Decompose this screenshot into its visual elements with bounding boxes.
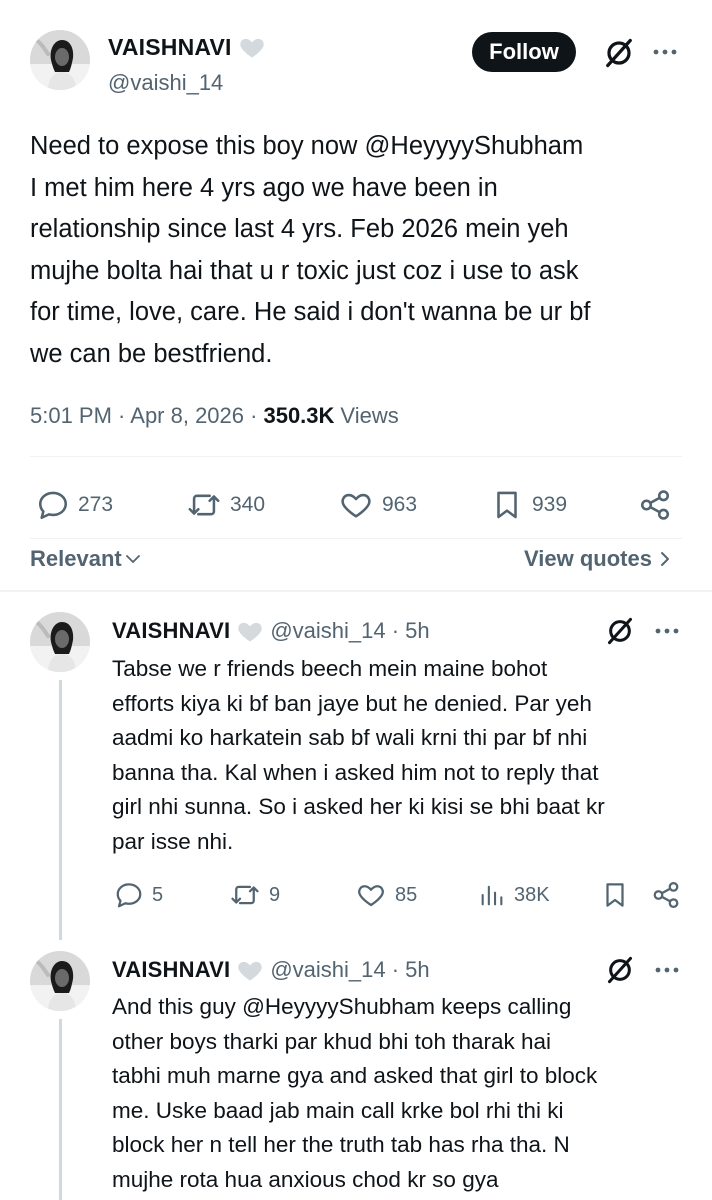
like-icon <box>355 880 387 910</box>
repost-icon <box>186 488 222 522</box>
repost-count: 9 <box>269 883 281 906</box>
views-count: 350.3K <box>263 403 335 428</box>
bookmark-count: 939 <box>532 493 568 516</box>
reply-text-line: mujhe rota hua anxious chod kr so gya <box>112 1166 499 1192</box>
divider <box>30 538 682 539</box>
reply-text-line: efforts kiya ki bf ban jaye but he denie… <box>112 690 592 716</box>
views-label: Views <box>340 403 399 428</box>
chevron-down-icon <box>125 555 140 563</box>
handle[interactable]: @vaishi_14 <box>108 70 223 96</box>
reply-text-line: block her n tell her the truth tab has r… <box>112 1132 570 1157</box>
handle-time[interactable]: @vaishi_14 · 5h <box>270 957 429 983</box>
more-icon[interactable] <box>654 966 680 974</box>
grok-icon[interactable] <box>605 616 635 646</box>
reply-text-line: aadmi ko harkatein sab bf wali krni thi … <box>112 725 588 750</box>
tweet-meta: 5:01 PM · Apr 8, 2026 · 350.3K Views <box>30 403 399 429</box>
more-icon[interactable] <box>654 627 680 635</box>
tweet-text-line: we can be bestfriend. <box>30 339 273 368</box>
reply-icon <box>114 880 144 910</box>
reply-text-line: other boys tharki par khud bhi toh thara… <box>112 1028 552 1054</box>
reply-text-line: girl nhi sunna. So i asked her ki kisi s… <box>112 794 605 819</box>
tweet-text-line: Need to expose this boy now @HeyyyyShubh… <box>30 132 584 160</box>
reply-text-line: And this guy @HeyyyyShubham keeps callin… <box>112 994 572 1019</box>
share-icon[interactable] <box>651 880 681 910</box>
reply-text: And this guy @HeyyyyShubham keeps callin… <box>112 990 702 1197</box>
like-button[interactable]: 85 <box>355 880 417 910</box>
chevron-right-icon <box>660 552 669 566</box>
handle-time[interactable]: @vaishi_14 · 5h <box>270 618 429 644</box>
more-icon[interactable] <box>651 47 679 57</box>
tweet-text-line: I met him here 4 yrs ago we have been in <box>30 173 498 202</box>
avatar[interactable] <box>30 30 90 90</box>
bookmark-icon <box>490 488 524 522</box>
display-name[interactable]: VAISHNAVI <box>112 618 230 644</box>
relevant-dropdown[interactable]: Relevant <box>30 546 142 572</box>
tweet-text-line: for time, love, care. He said i don't wa… <box>30 298 591 326</box>
display-name[interactable]: VAISHNAVI <box>108 34 232 61</box>
divider <box>30 456 682 457</box>
tweet-text: Need to expose this boy now @HeyyyyShubh… <box>30 126 700 375</box>
repost-icon <box>229 880 261 910</box>
repost-button[interactable]: 340 <box>186 488 265 522</box>
heart-badge-icon <box>236 956 264 984</box>
relevant-label: Relevant <box>30 546 122 571</box>
reply-icon <box>36 488 70 522</box>
heart-badge-icon <box>238 33 266 61</box>
display-name[interactable]: VAISHNAVI <box>112 957 230 983</box>
view-quotes-label: View quotes <box>524 546 652 571</box>
share-icon[interactable] <box>638 488 672 522</box>
like-count: 85 <box>395 883 418 906</box>
grok-icon[interactable] <box>605 955 635 985</box>
thread-line <box>59 1019 62 1200</box>
views-button[interactable]: 38K <box>478 880 550 910</box>
tweet-text-line: relationship since last 4 yrs. Feb 2026 … <box>30 215 569 243</box>
reply-text-line: banna tha. Kal when i asked him not to r… <box>112 759 599 785</box>
follow-button[interactable]: Follow <box>472 32 576 72</box>
view-quotes-link[interactable]: View quotes <box>524 546 672 572</box>
reply-header: VAISHNAVI @vaishi_14 · 5h <box>112 956 430 984</box>
repost-count: 340 <box>230 493 266 516</box>
timestamp[interactable]: 5:01 PM · Apr 8, 2026 · <box>30 403 257 429</box>
reply-button[interactable]: 5 <box>114 880 163 910</box>
heart-badge-icon <box>236 617 264 645</box>
views-icon <box>478 880 506 910</box>
author-name-row: VAISHNAVI <box>108 33 266 61</box>
repost-button[interactable]: 9 <box>229 880 280 910</box>
like-button[interactable]: 963 <box>338 488 417 522</box>
reply-text-line: me. Uske baad jab main call krke bol rhi… <box>112 1097 564 1123</box>
avatar[interactable] <box>30 612 90 672</box>
views-count: 38K <box>514 883 550 906</box>
bookmark-button[interactable]: 939 <box>490 488 567 522</box>
thread-line <box>59 680 62 940</box>
avatar[interactable] <box>30 951 90 1011</box>
reply-button[interactable]: 273 <box>36 488 113 522</box>
reply-text-line: Tabse we r friends beech mein maine boho… <box>112 656 548 681</box>
like-icon <box>338 488 374 522</box>
reply-text-line: tabhi muh marne gya and asked that girl … <box>112 1063 598 1088</box>
reply-count: 273 <box>78 493 114 516</box>
reply-text: Tabse we r friends beech mein maine boho… <box>112 652 702 859</box>
grok-icon[interactable] <box>603 37 635 69</box>
reply-count: 5 <box>152 883 164 906</box>
bookmark-icon[interactable] <box>600 880 630 910</box>
reply-text-line: par isse nhi. <box>112 828 234 854</box>
tweet-text-line: mujhe bolta hai that u r toxic just coz … <box>30 256 579 285</box>
like-count: 963 <box>382 493 418 516</box>
section-separator <box>0 590 712 592</box>
reply-header: VAISHNAVI @vaishi_14 · 5h <box>112 617 430 645</box>
